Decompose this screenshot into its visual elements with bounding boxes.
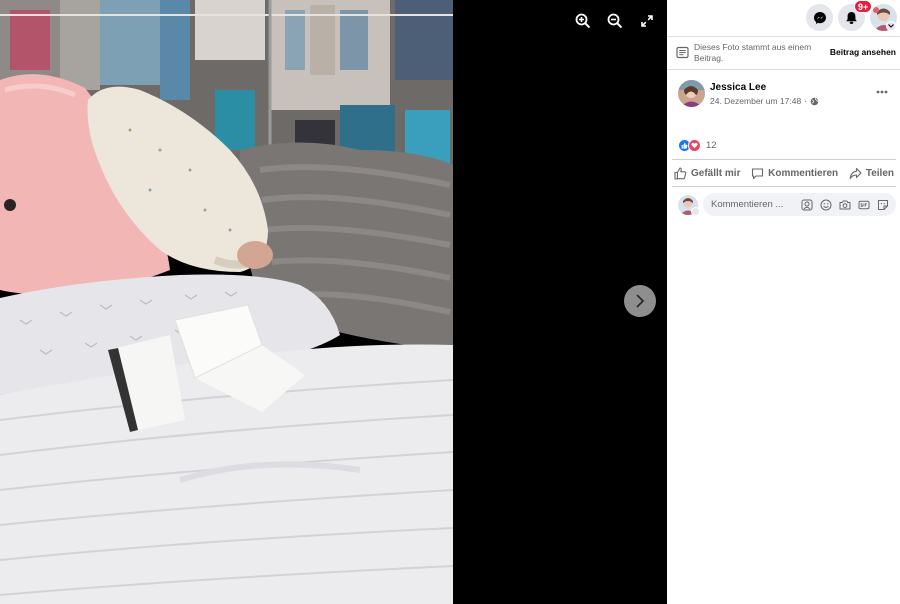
love-icon: [688, 139, 701, 152]
messenger-button[interactable]: [806, 4, 833, 31]
comment-input[interactable]: Kommentieren ...: [703, 193, 896, 216]
source-post-notice: Dieses Foto stammt aus einem Beitrag. Be…: [667, 36, 900, 70]
commenter-switch-caret[interactable]: [691, 207, 700, 216]
zoom-out-icon: [607, 13, 623, 29]
post-date[interactable]: 24. Dezember um 17:48: [710, 96, 801, 106]
account-menu-caret[interactable]: [886, 21, 896, 31]
avatar-sticker-button[interactable]: [800, 198, 814, 212]
post-meta: 24. Dezember um 17:48 ·: [710, 96, 819, 106]
post-panel: 9+ Dieses Foto stammt aus einem Beitrag.…: [667, 0, 900, 604]
photo-viewer-page: 9+ Dieses Foto stammt aus einem Beitrag.…: [0, 0, 900, 604]
more-horizontal-icon: [876, 90, 888, 94]
heart-glyph: [691, 142, 698, 149]
view-post-link[interactable]: Beitrag ansehen: [830, 47, 896, 57]
share-icon: [849, 167, 862, 179]
bell-icon: [846, 11, 857, 24]
photo-viewer: [0, 0, 667, 604]
post-actions: Gefällt mir Kommentieren Teilen: [672, 159, 896, 187]
messenger-icon: [813, 11, 826, 24]
share-label: Teilen: [865, 167, 894, 179]
avatar-sticker-icon: [801, 199, 813, 210]
post-options-button[interactable]: [872, 84, 892, 100]
photo[interactable]: [0, 0, 453, 604]
meta-separator: ·: [804, 96, 808, 106]
zoom-in-icon: [575, 13, 591, 29]
gif-icon: [858, 200, 870, 209]
post-icon: [676, 46, 689, 59]
comment-placeholder: Kommentieren ...: [711, 199, 784, 210]
fullscreen-button[interactable]: [635, 9, 659, 33]
notice-text: Dieses Foto stammt aus einem Beitrag.: [694, 42, 812, 63]
like-label: Gefällt mir: [691, 167, 741, 179]
sticker-button[interactable]: [876, 198, 890, 212]
top-bar: 9+: [667, 0, 900, 36]
thumb-up-icon: [674, 166, 687, 180]
notifications-badge: 9+: [854, 0, 873, 13]
chevron-down-icon: [888, 24, 894, 28]
chevron-right-icon: [636, 294, 645, 308]
author-name[interactable]: Jessica Lee: [710, 82, 766, 93]
photo-button[interactable]: [838, 198, 852, 212]
comment-tools: [800, 198, 896, 212]
photo-image: [0, 0, 453, 604]
share-button[interactable]: Teilen: [849, 167, 894, 180]
comment-button[interactable]: Kommentieren: [751, 167, 838, 180]
zoom-out-button[interactable]: [603, 9, 627, 33]
zoom-in-button[interactable]: [571, 9, 595, 33]
reactions-summary[interactable]: 12: [678, 139, 717, 152]
thumb-up-glyph: [681, 142, 688, 149]
camera-icon: [839, 200, 851, 209]
comment-icon: [752, 167, 764, 179]
fullscreen-icon: [641, 15, 653, 27]
avatar: [678, 80, 705, 107]
globe-icon: [810, 97, 819, 105]
comment-label: Kommentieren: [768, 167, 839, 179]
emoji-button[interactable]: [819, 198, 833, 212]
emoji-icon: [820, 199, 832, 210]
like-button[interactable]: Gefällt mir: [674, 166, 741, 180]
reaction-count[interactable]: 12: [706, 140, 717, 151]
sticker-icon: [878, 199, 888, 210]
next-photo-button[interactable]: [624, 285, 656, 317]
author-avatar[interactable]: [678, 80, 705, 107]
gif-button[interactable]: [857, 198, 871, 212]
